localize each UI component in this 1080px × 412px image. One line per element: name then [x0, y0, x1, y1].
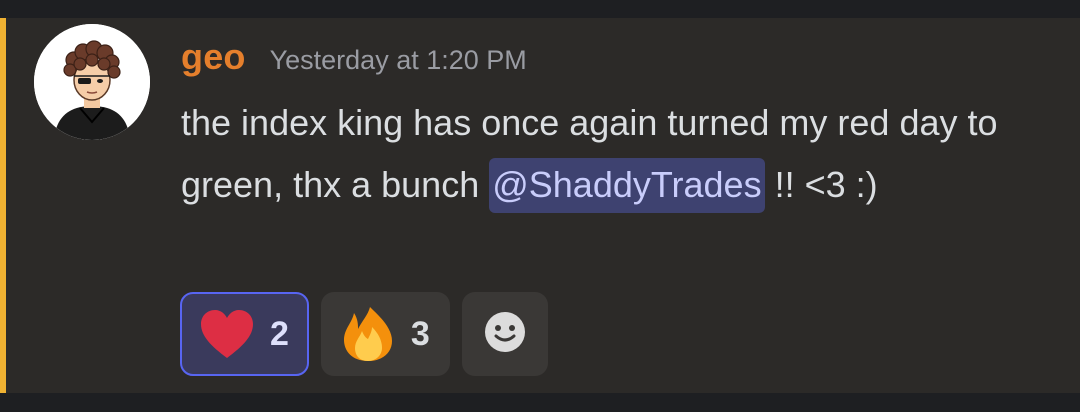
- reaction-heart[interactable]: 2: [180, 292, 309, 376]
- reactions-bar: 2 3: [180, 292, 548, 376]
- timestamp[interactable]: Yesterday at 1:20 PM: [270, 45, 527, 76]
- reaction-fire[interactable]: 3: [320, 292, 450, 376]
- message-text-tail: !! <3 :): [764, 164, 878, 205]
- message-header: geo Yesterday at 1:20 PM: [181, 36, 527, 80]
- user-avatar-icon: [34, 24, 150, 140]
- reaction-count: 2: [270, 314, 289, 353]
- add-reaction-button[interactable]: [461, 292, 548, 376]
- chat-view: geo Yesterday at 1:20 PM the index king …: [0, 0, 1080, 412]
- heart-icon: [198, 305, 256, 363]
- chat-message[interactable]: geo Yesterday at 1:20 PM the index king …: [0, 18, 1080, 393]
- avatar[interactable]: [34, 24, 150, 140]
- username[interactable]: geo: [181, 36, 246, 78]
- smiley-face-icon: [483, 310, 527, 359]
- message-content: the index king has once again turned my …: [181, 92, 1041, 216]
- fire-icon: [339, 305, 397, 363]
- user-mention[interactable]: @ShaddyTrades: [489, 158, 765, 213]
- reaction-count: 3: [410, 314, 430, 353]
- highlight-bar: [0, 18, 6, 393]
